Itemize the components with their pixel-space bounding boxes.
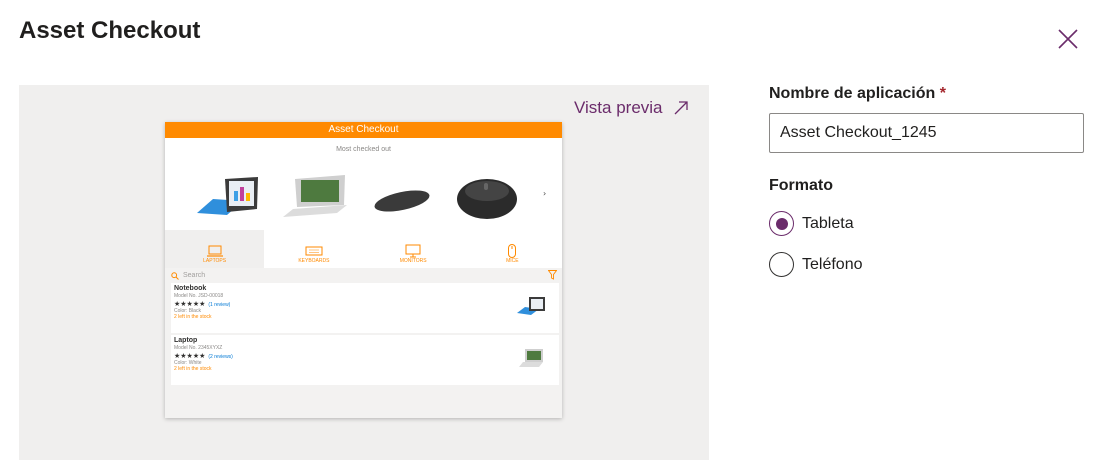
- item-stars: ★★★★★: [174, 353, 206, 360]
- radio-tablet[interactable]: [769, 211, 794, 236]
- svg-text:›: ›: [543, 189, 546, 198]
- product-image-arc-mouse: [374, 190, 430, 212]
- preview-link-label: Vista previa: [574, 98, 663, 117]
- app-name-label: Nombre de aplicación *: [769, 85, 1084, 103]
- format-option-tablet[interactable]: Tableta: [769, 211, 1084, 236]
- search-icon: [171, 271, 179, 280]
- format-option-phone-label: Teléfono: [802, 255, 863, 273]
- app-search-placeholder: Search: [183, 272, 206, 279]
- close-icon: [1058, 29, 1078, 49]
- app-preview-thumbnail: Asset Checkout Most checked out › LAPTOP…: [165, 122, 562, 418]
- app-name-label-text: Nombre de aplicación: [769, 85, 936, 102]
- product-carousel: ›: [165, 161, 562, 230]
- laptop-icon: [206, 245, 223, 257]
- tab-monitors-label: MONITORS: [399, 258, 427, 264]
- app-name-input[interactable]: [769, 113, 1084, 153]
- item-model: Model No. 2345XYXZ: [174, 345, 223, 351]
- tab-monitors[interactable]: MONITORS: [364, 230, 463, 268]
- app-search-bar[interactable]: Search: [165, 268, 562, 283]
- tab-laptops-label: LAPTOPS: [203, 258, 227, 264]
- item-reviews: (2 reviews): [208, 354, 233, 360]
- arrow-up-right-icon: [674, 101, 688, 115]
- preview-link[interactable]: Vista previa: [574, 98, 689, 118]
- radio-phone[interactable]: [769, 252, 794, 277]
- product-image-laptop: [283, 175, 347, 217]
- tab-laptops[interactable]: LAPTOPS: [165, 230, 265, 268]
- item-thumbnail: [519, 349, 543, 367]
- category-tabs: LAPTOPS KEYBOARDS MONITORS MICE: [165, 230, 562, 268]
- required-indicator: *: [939, 85, 946, 102]
- item-name: Laptop: [174, 337, 198, 344]
- tab-keyboards-label: KEYBOARDS: [298, 258, 330, 264]
- format-option-phone[interactable]: Teléfono: [769, 252, 1084, 277]
- app-header: Asset Checkout: [165, 122, 562, 138]
- item-model: Model No. JSD-00018: [174, 293, 224, 299]
- list-item[interactable]: Laptop Model No. 2345XYXZ ★★★★★ (2 review…: [171, 335, 559, 385]
- app-details-form: Nombre de aplicación * Formato Tableta T…: [769, 85, 1084, 277]
- product-image-tablet: [197, 177, 258, 215]
- item-rating: ★★★★★ (1 review): [174, 300, 556, 308]
- format-label: Formato: [769, 177, 833, 194]
- item-reviews: (1 review): [208, 302, 231, 308]
- app-subtitle: Most checked out: [165, 138, 562, 161]
- tab-mice-label: MICE: [506, 258, 519, 264]
- item-stock: 2 left in the stock: [174, 366, 212, 372]
- radio-selected-dot: [775, 217, 788, 230]
- filter-icon[interactable]: [548, 270, 557, 280]
- tab-keyboards[interactable]: KEYBOARDS: [264, 230, 363, 268]
- preview-panel: Vista previa Asset Checkout Most checked…: [19, 85, 709, 460]
- list-item[interactable]: Notebook Model No. JSD-00018 ★★★★★ (1 rev…: [171, 283, 559, 333]
- item-thumbnail: [517, 297, 545, 315]
- item-name: Notebook: [174, 285, 207, 292]
- item-stock: 2 left in the stock: [174, 314, 212, 320]
- mouse-icon: [508, 244, 517, 258]
- dialog-title: Asset Checkout: [19, 17, 201, 44]
- product-image-mouse: [457, 179, 517, 219]
- close-button[interactable]: [1056, 27, 1080, 51]
- keyboard-icon: [305, 246, 323, 256]
- format-option-tablet-label: Tableta: [802, 214, 854, 232]
- item-rating: ★★★★★ (2 reviews): [174, 352, 556, 360]
- monitor-icon: [405, 244, 421, 258]
- item-stars: ★★★★★: [174, 301, 206, 308]
- tab-mice[interactable]: MICE: [463, 230, 562, 268]
